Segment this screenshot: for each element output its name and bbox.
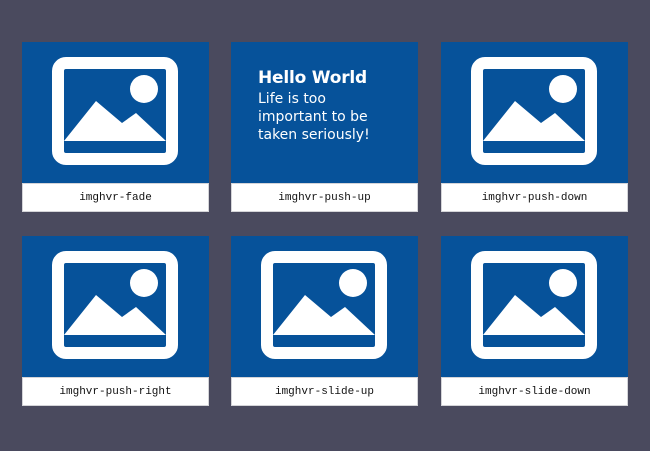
card-caption: imghvr-push-down <box>441 183 628 212</box>
hover-text: Life is too important to be taken seriou… <box>258 91 370 143</box>
image-placeholder-icon <box>471 57 597 165</box>
effect-card-push-down[interactable]: imghvr-push-down <box>441 42 628 212</box>
card-image[interactable] <box>441 236 628 377</box>
effect-card-push-up[interactable]: Hello World Life is too important to be … <box>231 42 418 212</box>
card-image[interactable] <box>22 42 209 183</box>
card-caption: imghvr-slide-up <box>231 377 418 406</box>
hover-heading: Hello World <box>258 68 368 88</box>
card-caption: imghvr-push-up <box>231 183 418 212</box>
effect-card-slide-up[interactable]: imghvr-slide-up <box>231 236 418 406</box>
card-image[interactable]: Hello World Life is too important to be … <box>231 42 418 183</box>
card-caption: imghvr-slide-down <box>441 377 628 406</box>
effect-card-slide-down[interactable]: imghvr-slide-down <box>441 236 628 406</box>
card-image[interactable] <box>231 236 418 377</box>
image-placeholder-icon <box>471 251 597 359</box>
card-caption: imghvr-push-right <box>22 377 209 406</box>
image-placeholder-icon <box>52 251 178 359</box>
image-placeholder-icon <box>52 57 178 165</box>
effect-card-push-right[interactable]: imghvr-push-right <box>22 236 209 406</box>
effect-card-fade[interactable]: imghvr-fade <box>22 42 209 212</box>
card-image[interactable] <box>441 42 628 183</box>
hover-overlay: Hello World Life is too important to be … <box>258 68 408 144</box>
card-image[interactable] <box>22 236 209 377</box>
card-caption: imghvr-fade <box>22 183 209 212</box>
image-placeholder-icon <box>261 251 387 359</box>
